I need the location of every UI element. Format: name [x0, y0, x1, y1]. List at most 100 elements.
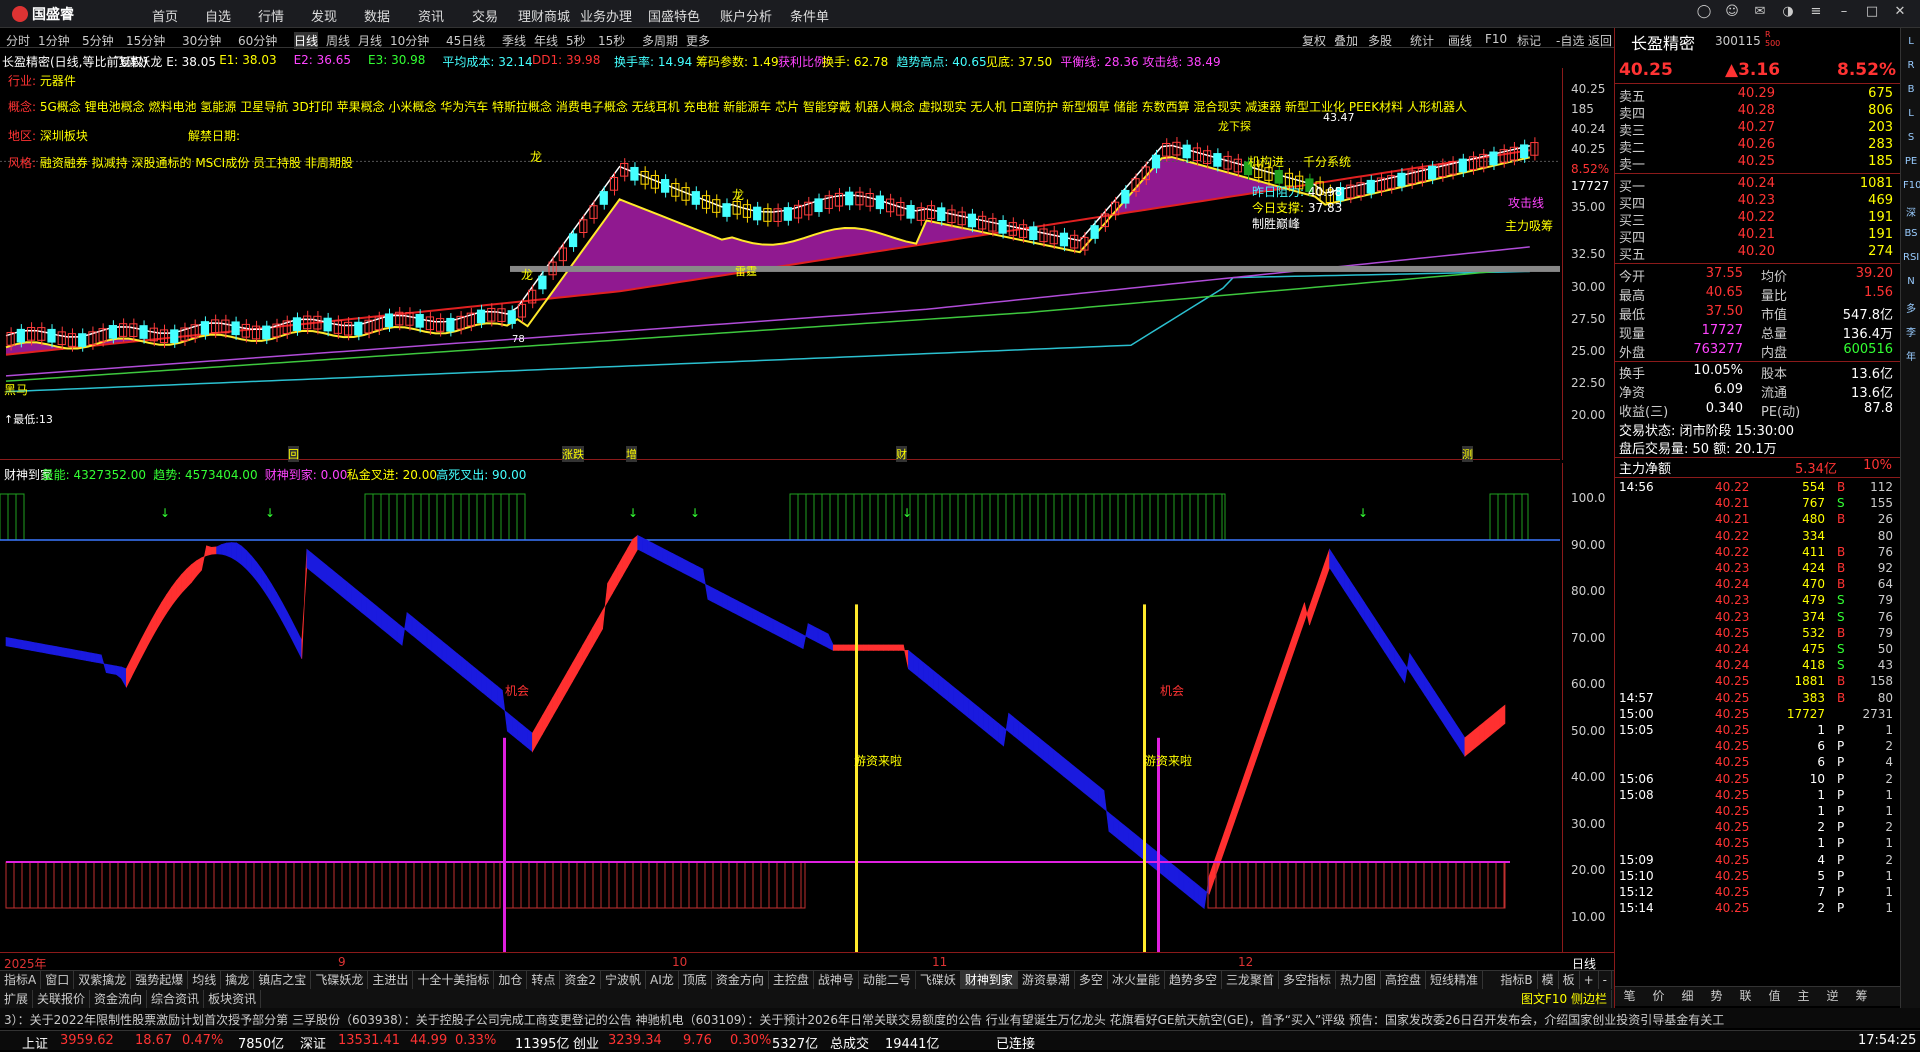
- menu-11[interactable]: 条件单: [790, 6, 829, 25]
- ind-tab-right-2[interactable]: 板: [1559, 971, 1580, 989]
- period-8[interactable]: 月线: [358, 32, 382, 49]
- ind-tab-right-0[interactable]: 指标B: [1496, 971, 1538, 989]
- menu-3[interactable]: 发现: [311, 6, 337, 25]
- ind-tab-15[interactable]: 顶底: [679, 971, 712, 989]
- ind-tab-16[interactable]: 资金方向: [712, 971, 769, 989]
- ind-tab-right-3[interactable]: +: [1580, 971, 1599, 989]
- quote-tab-2[interactable]: 细: [1673, 987, 1702, 1005]
- menu-9[interactable]: 国盛特色: [648, 6, 700, 25]
- menu-5[interactable]: 资讯: [418, 6, 444, 25]
- toolbar-3[interactable]: 统计: [1410, 32, 1434, 49]
- ind-tab-27[interactable]: 多空指标: [1279, 971, 1336, 989]
- ind-tab-14[interactable]: AI龙: [646, 971, 679, 989]
- period-9[interactable]: 10分钟: [390, 32, 429, 49]
- status-item-5[interactable]: 深证: [300, 1033, 326, 1052]
- ind-tab-right-1[interactable]: 模: [1538, 971, 1559, 989]
- ind-tab-2[interactable]: 双紫擒龙: [74, 971, 132, 989]
- info-tab-2[interactable]: 资金流向: [90, 990, 148, 1008]
- period-10[interactable]: 45日线: [446, 32, 485, 49]
- period-4[interactable]: 30分钟: [182, 32, 221, 49]
- sidebar-icon-6[interactable]: F10: [1903, 180, 1920, 196]
- sidebar-icon-12[interactable]: 李: [1903, 324, 1919, 340]
- ind-tab-12[interactable]: 资金2: [560, 971, 602, 989]
- ind-tab-25[interactable]: 趋势多空: [1165, 971, 1222, 989]
- close-icon[interactable]: ✕: [1890, 4, 1910, 22]
- period-0[interactable]: 分时: [6, 32, 30, 49]
- period-15[interactable]: 多周期: [642, 32, 678, 49]
- ind-tab-4[interactable]: 均线: [188, 971, 222, 989]
- event-1[interactable]: 涨跌: [562, 446, 584, 462]
- sidebar-icon-1[interactable]: R: [1903, 60, 1919, 76]
- toolbar-8[interactable]: 返回: [1588, 32, 1612, 49]
- skin-icon[interactable]: ◑: [1778, 4, 1798, 22]
- ind-tab-6[interactable]: 镇店之宝: [254, 971, 312, 989]
- info-tab-0[interactable]: 扩展: [0, 990, 34, 1008]
- ind-tab-3[interactable]: 强势起爆: [131, 971, 189, 989]
- sidebar-icon-5[interactable]: PE: [1903, 156, 1919, 172]
- period-13[interactable]: 5秒: [566, 32, 586, 49]
- sidebar-icon-2[interactable]: B: [1903, 84, 1919, 100]
- minimize-icon[interactable]: –: [1834, 4, 1854, 22]
- toolbar-5[interactable]: F10: [1485, 32, 1507, 46]
- toolbar-2[interactable]: 多股: [1368, 32, 1392, 49]
- price-chart[interactable]: 行业: 元器件 概念: 5G概念 锂电池概念 燃料电池 氢能源 卫星导航 3D打…: [0, 68, 1560, 462]
- quote-tab-3[interactable]: 势: [1702, 987, 1731, 1005]
- period-6[interactable]: 日线: [294, 32, 319, 49]
- toolbar-1[interactable]: 叠加: [1334, 32, 1358, 49]
- event-3[interactable]: 财: [896, 446, 907, 462]
- sidebar-icon-13[interactable]: 年: [1903, 348, 1919, 364]
- ind-tab-0[interactable]: 指标A: [0, 971, 42, 989]
- ind-tab-right-4[interactable]: -: [1599, 971, 1612, 989]
- period-5[interactable]: 60分钟: [238, 32, 277, 49]
- event-2[interactable]: 增: [626, 446, 637, 462]
- period-14[interactable]: 15秒: [598, 32, 625, 49]
- mail-icon[interactable]: ✉: [1750, 4, 1770, 22]
- menu-6[interactable]: 交易: [472, 6, 498, 25]
- toolbar-0[interactable]: 复权: [1302, 32, 1326, 49]
- status-item-0[interactable]: 上证: [22, 1033, 48, 1052]
- period-2[interactable]: 5分钟: [82, 32, 114, 49]
- quote-tab-4[interactable]: 联: [1731, 987, 1760, 1005]
- menu-7[interactable]: 理财商城: [518, 6, 570, 25]
- menu-2[interactable]: 行情: [258, 6, 284, 25]
- info-tab-4[interactable]: 板块资讯: [204, 990, 262, 1008]
- event-0[interactable]: 回: [288, 446, 299, 462]
- quote-tab-8[interactable]: 筹: [1847, 987, 1876, 1005]
- app-logo[interactable]: 国盛睿: [12, 4, 74, 24]
- ind-tab-20[interactable]: 飞碟妖: [916, 971, 961, 989]
- sidebar-icon-7[interactable]: 深: [1903, 204, 1919, 220]
- menu-10[interactable]: 账户分析: [720, 6, 772, 25]
- ind-tab-21[interactable]: 财神到家: [960, 971, 1018, 989]
- event-4[interactable]: 测: [1462, 446, 1473, 462]
- quote-tab-7[interactable]: 逆: [1818, 987, 1847, 1005]
- sidebar-icon-4[interactable]: S: [1903, 132, 1919, 148]
- ind-tab-10[interactable]: 加仓: [494, 971, 528, 989]
- ind-tab-29[interactable]: 高控盘: [1381, 971, 1427, 989]
- sidebar-icon-8[interactable]: BS: [1903, 228, 1919, 244]
- info-tab-1[interactable]: 关联报价: [33, 990, 91, 1008]
- toolbar-6[interactable]: 标记: [1517, 32, 1541, 49]
- ind-tab-24[interactable]: 冰火量能: [1108, 971, 1165, 989]
- period-12[interactable]: 年线: [534, 32, 558, 49]
- user-icon[interactable]: ☺: [1722, 4, 1742, 22]
- period-16[interactable]: 更多: [686, 32, 710, 49]
- menu-1[interactable]: 自选: [205, 6, 231, 25]
- period-11[interactable]: 季线: [502, 32, 526, 49]
- ind-tab-23[interactable]: 多空: [1075, 971, 1108, 989]
- period-7[interactable]: 周线: [326, 32, 350, 49]
- info-tab-3[interactable]: 综合资讯: [147, 990, 205, 1008]
- quote-tab-0[interactable]: 笔: [1615, 987, 1644, 1005]
- sidebar-icon-11[interactable]: 多: [1903, 300, 1919, 316]
- toolbar-4[interactable]: 画线: [1448, 32, 1472, 49]
- ind-tab-17[interactable]: 主控盘: [769, 971, 814, 989]
- period-1[interactable]: 1分钟: [38, 32, 70, 49]
- main-flow-label[interactable]: 主力净额: [1619, 458, 1671, 477]
- ind-tab-9[interactable]: 十全十美指标: [413, 971, 495, 989]
- ind-tab-19[interactable]: 动能二号: [859, 971, 916, 989]
- menu-icon[interactable]: ≡: [1806, 4, 1826, 22]
- ind-tab-11[interactable]: 转点: [527, 971, 561, 989]
- ind-tab-18[interactable]: 战神号: [814, 971, 859, 989]
- status-item-10[interactable]: 创业: [573, 1033, 599, 1052]
- ind-tab-28[interactable]: 热力图: [1336, 971, 1382, 989]
- ind-tab-22[interactable]: 游资暴潮: [1018, 971, 1075, 989]
